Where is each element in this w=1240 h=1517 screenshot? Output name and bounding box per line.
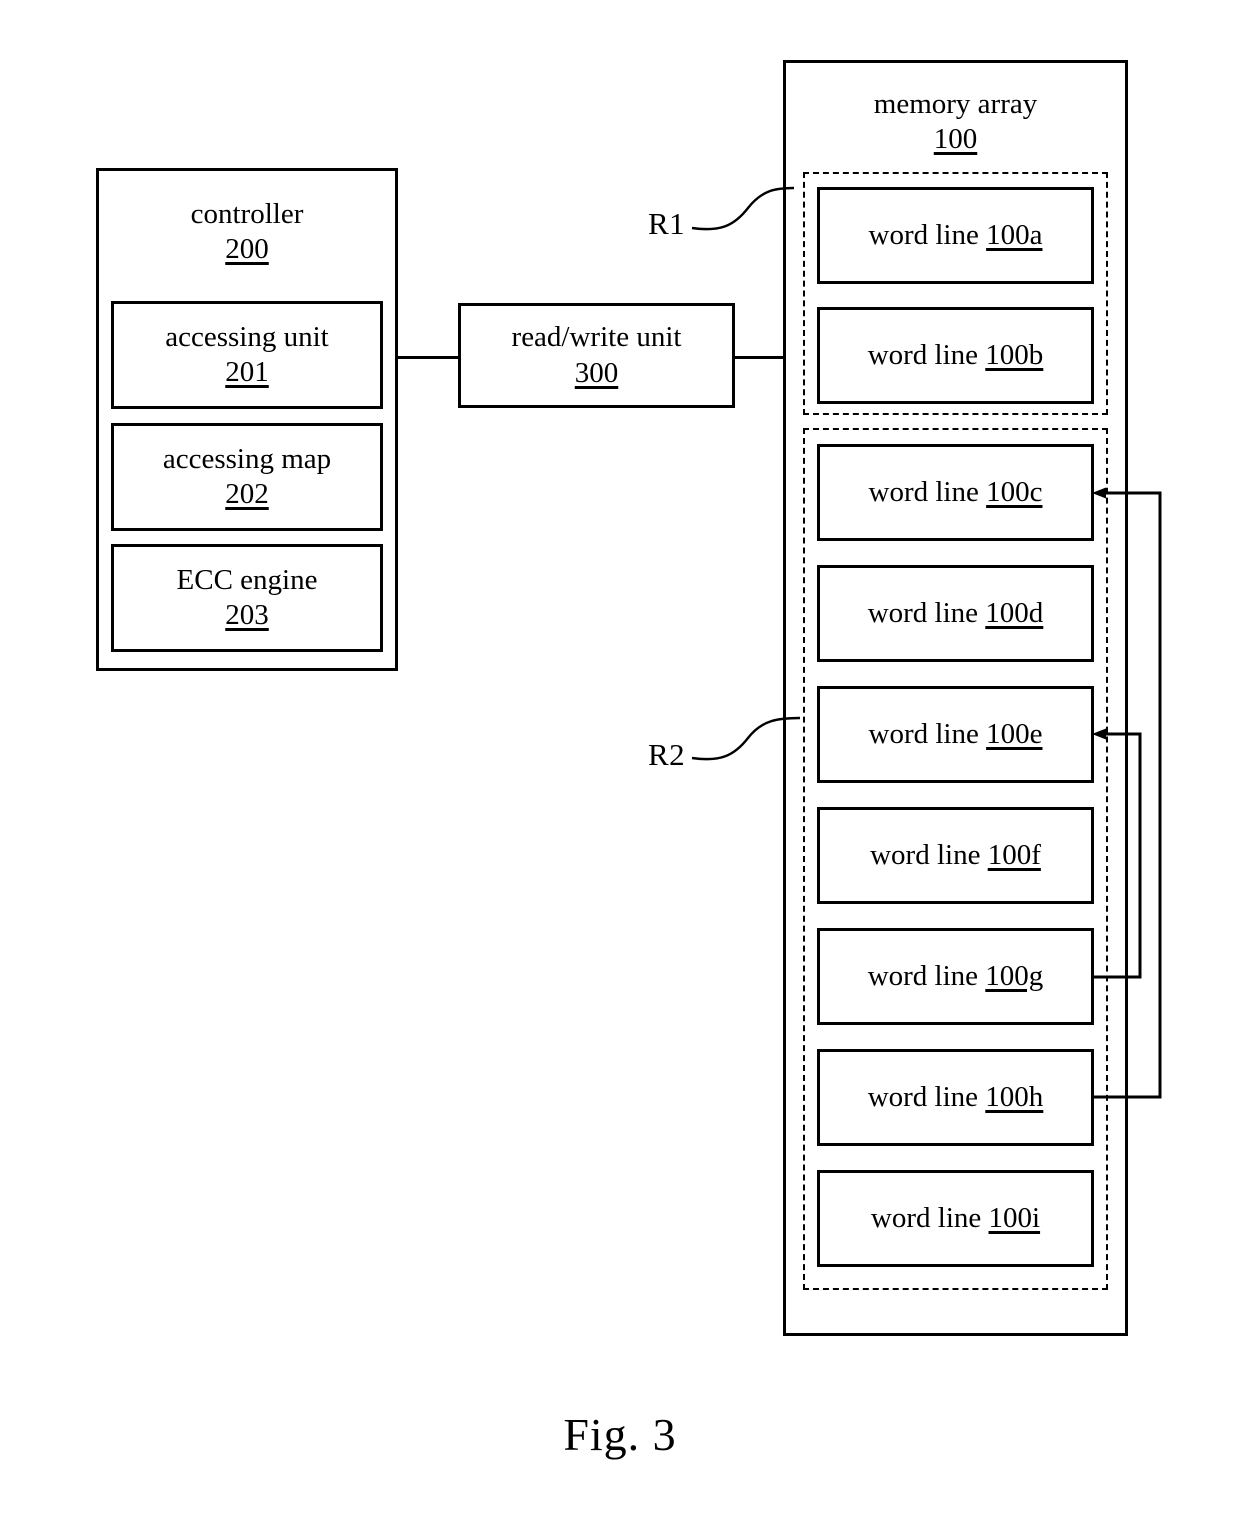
- word-line-100c-label: word line 100c: [868, 475, 1043, 508]
- accessing-map-block: accessing map 202: [111, 423, 383, 531]
- word-line-100e: word line 100e: [817, 686, 1094, 783]
- word-line-100e-label: word line 100e: [868, 717, 1043, 750]
- word-line-100g-label: word line 100g: [867, 959, 1044, 992]
- figure-canvas: controller 200 accessing unit 201 access…: [0, 0, 1240, 1517]
- region-label-r1: R1: [648, 206, 686, 241]
- word-line-100h-label: word line 100h: [867, 1080, 1044, 1113]
- word-line-100c: word line 100c: [817, 444, 1094, 541]
- figure-caption: Fig. 3: [563, 1409, 677, 1460]
- accessing-unit-label: accessing unit: [165, 320, 329, 353]
- controller-ref: 200: [225, 233, 269, 266]
- controller-title: controller: [190, 198, 304, 230]
- accessing-map-label: accessing map: [162, 442, 332, 475]
- accessing-unit-ref: 201: [225, 356, 269, 388]
- region-label-r2: R2: [648, 737, 686, 772]
- leader-line-r2: [691, 716, 801, 761]
- word-line-100i: word line 100i: [817, 1170, 1094, 1267]
- memory-array-ref: 100: [933, 123, 978, 156]
- word-line-100h: word line 100h: [817, 1049, 1094, 1146]
- word-line-100a: word line 100a: [817, 187, 1094, 284]
- word-line-100d-label: word line 100d: [867, 596, 1044, 629]
- leader-line-r1: [691, 186, 795, 231]
- word-line-100f-label: word line 100f: [870, 838, 1041, 871]
- memory-array-title: memory array: [873, 88, 1038, 120]
- word-line-100g: word line 100g: [817, 928, 1094, 1025]
- read-write-unit-ref: 300: [574, 356, 619, 389]
- word-line-100b-label: word line 100b: [867, 338, 1044, 371]
- connector-rw-to-memory-array: [733, 356, 785, 359]
- word-line-100i-label: word line 100i: [870, 1201, 1041, 1234]
- word-line-100f: word line 100f: [817, 807, 1094, 904]
- ecc-engine-label: ECC engine: [176, 563, 318, 596]
- wordline-feedback-arrows: [1092, 487, 1162, 1099]
- accessing-map-ref: 202: [225, 478, 269, 510]
- connector-controller-to-rw: [396, 356, 460, 359]
- read-write-unit-block: read/write unit 300: [458, 303, 735, 408]
- ecc-engine-ref: 203: [225, 599, 269, 631]
- accessing-unit-block: accessing unit 201: [111, 301, 383, 409]
- word-line-100b: word line 100b: [817, 307, 1094, 404]
- word-line-100a-label: word line 100a: [868, 218, 1043, 251]
- read-write-unit-label: read/write unit: [511, 321, 682, 354]
- arrow-100g-to-100e: [1092, 728, 1142, 979]
- word-line-100d: word line 100d: [817, 565, 1094, 662]
- arrow-100h-to-100c: [1092, 487, 1162, 1099]
- ecc-engine-block: ECC engine 203: [111, 544, 383, 652]
